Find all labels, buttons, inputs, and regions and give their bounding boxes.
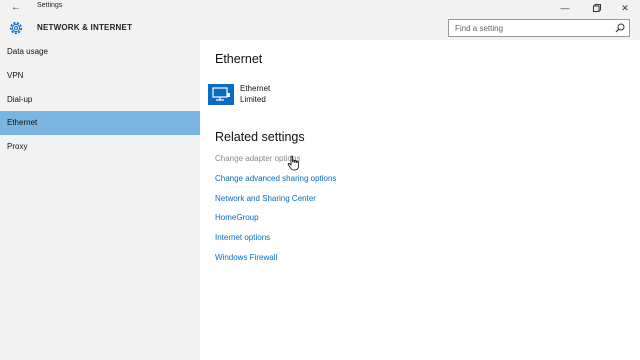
- windows-firewall-link[interactable]: Windows Firewall: [215, 253, 277, 262]
- back-arrow-icon: ←: [11, 2, 21, 13]
- connection-name[interactable]: Ethernet: [240, 84, 270, 93]
- ethernet-adapter-icon: [212, 87, 230, 101]
- restore-button[interactable]: [582, 0, 612, 16]
- section-title: NETWORK & INTERNET: [37, 23, 133, 32]
- sidebar-item-proxy[interactable]: Proxy: [0, 135, 200, 159]
- sidebar: Data usage VPN Dial-up Ethernet Proxy: [0, 40, 200, 360]
- search-box[interactable]: [448, 19, 630, 37]
- ethernet-connection-tile[interactable]: [208, 84, 234, 105]
- restore-icon: [593, 4, 601, 12]
- sidebar-item-ethernet[interactable]: Ethernet: [0, 111, 200, 135]
- minimize-button[interactable]: —: [550, 0, 580, 16]
- homegroup-link[interactable]: HomeGroup: [215, 213, 259, 222]
- sidebar-item-vpn[interactable]: VPN: [0, 64, 200, 88]
- main-content: Ethernet Ethernet Limited Related settin…: [200, 40, 640, 360]
- sidebar-item-data-usage[interactable]: Data usage: [0, 40, 200, 64]
- sidebar-item-dial-up[interactable]: Dial-up: [0, 88, 200, 112]
- page-title: Ethernet: [215, 52, 263, 66]
- close-button[interactable]: ✕: [610, 0, 640, 16]
- internet-options-link[interactable]: Internet options: [215, 233, 270, 242]
- network-sharing-center-link[interactable]: Network and Sharing Center: [215, 194, 316, 203]
- window-title: Settings: [37, 2, 63, 9]
- title-bar: ← Settings — ✕: [0, 0, 640, 16]
- minimize-icon: —: [560, 3, 570, 13]
- close-icon: ✕: [621, 3, 629, 13]
- change-advanced-sharing-link[interactable]: Change advanced sharing options: [215, 174, 336, 183]
- back-button[interactable]: ←: [8, 1, 24, 15]
- related-settings-heading: Related settings: [215, 130, 305, 144]
- hand-cursor-icon: [287, 155, 299, 171]
- connection-status: Limited: [240, 95, 266, 104]
- gear-icon: [10, 22, 22, 34]
- search-icon[interactable]: [615, 23, 625, 33]
- search-input[interactable]: [449, 20, 609, 36]
- settings-header: NETWORK & INTERNET: [0, 16, 640, 40]
